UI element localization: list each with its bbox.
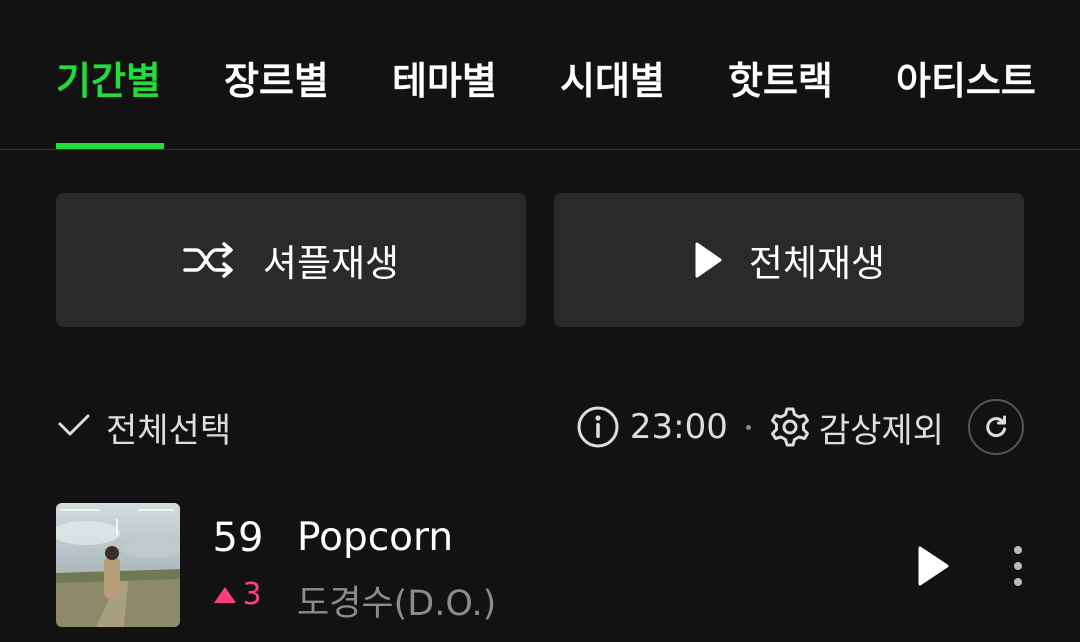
refresh-button[interactable] [968, 399, 1024, 455]
rank-change: 3 [206, 577, 270, 612]
play-all-label: 전체재생 [748, 242, 886, 285]
listening-exclude-button[interactable]: 감상제외 [769, 403, 944, 452]
chart-info-group: 23:00 감상제외 [576, 398, 1024, 456]
select-all-label: 전체선택 [106, 410, 232, 451]
separator-dot [745, 424, 751, 430]
shuffle-icon [183, 242, 237, 278]
tab-era[interactable]: 시대별 [560, 56, 665, 106]
shuffle-play-label: 셔플재생 [262, 242, 400, 285]
play-icon [916, 545, 950, 587]
tab-period[interactable]: 기간별 [56, 56, 161, 106]
category-tabs: 기간별 장르별 테마별 시대별 핫트랙 아티스트 [0, 0, 1080, 150]
chart-rank: 59 [212, 515, 264, 561]
select-all-toggle[interactable]: 전체선택 [56, 398, 231, 456]
album-cover[interactable] [56, 503, 180, 627]
play-all-button[interactable]: 전체재생 [554, 193, 1024, 327]
refresh-icon [983, 414, 1009, 440]
listening-exclude-label: 감상제외 [818, 410, 944, 451]
play-icon [693, 241, 723, 279]
song-artist[interactable]: 도경수(D.O.) [297, 575, 496, 626]
list-toolbar: 전체선택 23:00 감상제외 [56, 398, 1024, 456]
song-row[interactable]: 59 3 Popcorn 도경수(D.O.) [56, 503, 1024, 627]
rank-up-icon [214, 586, 237, 603]
active-tab-indicator [56, 143, 164, 149]
rank-change-value: 3 [242, 577, 262, 612]
check-icon [56, 411, 92, 443]
tab-theme[interactable]: 테마별 [392, 56, 497, 106]
shuffle-play-button[interactable]: 셔플재생 [56, 193, 526, 327]
tab-hot-track[interactable]: 핫트랙 [728, 56, 833, 106]
tab-artist[interactable]: 아티스트 [896, 56, 1036, 106]
song-more-button[interactable] [1000, 539, 1036, 593]
tab-genre[interactable]: 장르별 [224, 56, 329, 106]
song-title[interactable]: Popcorn [297, 515, 453, 560]
more-vertical-icon [1012, 544, 1024, 588]
chart-update-time: 23:00 [629, 407, 728, 447]
song-play-button[interactable] [908, 541, 958, 591]
gear-icon [769, 406, 811, 448]
info-icon[interactable] [576, 405, 620, 449]
